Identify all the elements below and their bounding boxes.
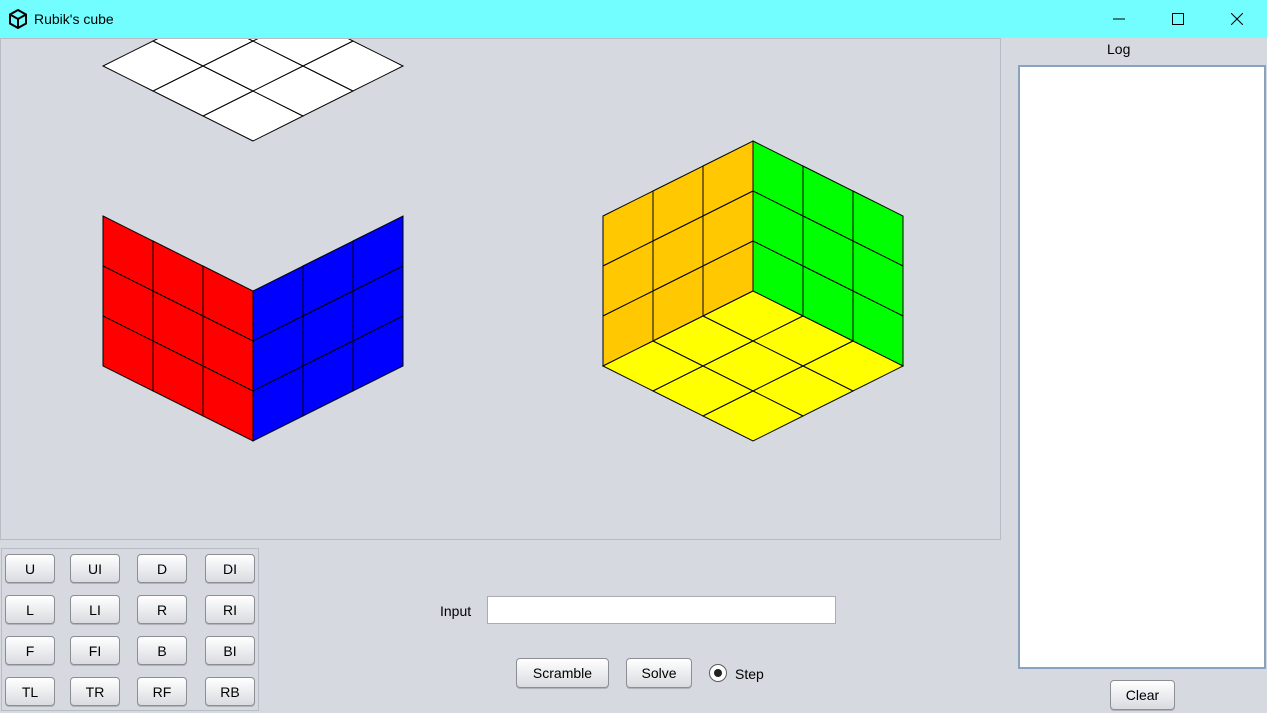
move-button-l[interactable]: L (5, 595, 55, 624)
maximize-icon (1172, 13, 1184, 25)
move-button-rf[interactable]: RF (137, 677, 187, 706)
move-input-field[interactable] (487, 596, 836, 624)
clear-button[interactable]: Clear (1110, 680, 1175, 710)
maximize-button[interactable] (1155, 0, 1201, 38)
move-button-tr[interactable]: TR (70, 677, 120, 706)
cube-drawing (101, 39, 905, 442)
log-textarea[interactable] (1018, 65, 1266, 669)
move-button-u[interactable]: U (5, 554, 55, 583)
move-button-li[interactable]: LI (70, 595, 120, 624)
move-button-f[interactable]: F (5, 636, 55, 665)
cube-icon (9, 9, 27, 29)
move-button-r[interactable]: R (137, 595, 187, 624)
radio-selected-dot (714, 669, 722, 677)
step-label: Step (735, 666, 764, 682)
move-button-bi[interactable]: BI (205, 636, 255, 665)
move-button-panel: U UI D DI L LI R RI F FI B BI TL TR RF R… (1, 548, 259, 711)
title-bar: Rubik's cube (0, 0, 1267, 38)
window-title: Rubik's cube (34, 11, 114, 27)
scramble-button[interactable]: Scramble (516, 658, 609, 688)
input-label: Input (440, 603, 472, 619)
cube-canvas[interactable] (0, 38, 1001, 540)
move-button-di[interactable]: DI (205, 554, 255, 583)
move-button-ri[interactable]: RI (205, 595, 255, 624)
minimize-button[interactable] (1096, 0, 1142, 38)
move-button-ui[interactable]: UI (70, 554, 120, 583)
move-button-tl[interactable]: TL (5, 677, 55, 706)
move-button-fi[interactable]: FI (70, 636, 120, 665)
solve-button[interactable]: Solve (626, 658, 692, 688)
move-button-d[interactable]: D (137, 554, 187, 583)
close-icon (1231, 13, 1243, 25)
close-button[interactable] (1214, 0, 1260, 38)
minimize-icon (1113, 18, 1125, 20)
move-button-b[interactable]: B (137, 636, 187, 665)
move-button-rb[interactable]: RB (205, 677, 255, 706)
step-radio-button[interactable] (709, 664, 727, 682)
log-label: Log (1107, 41, 1131, 57)
